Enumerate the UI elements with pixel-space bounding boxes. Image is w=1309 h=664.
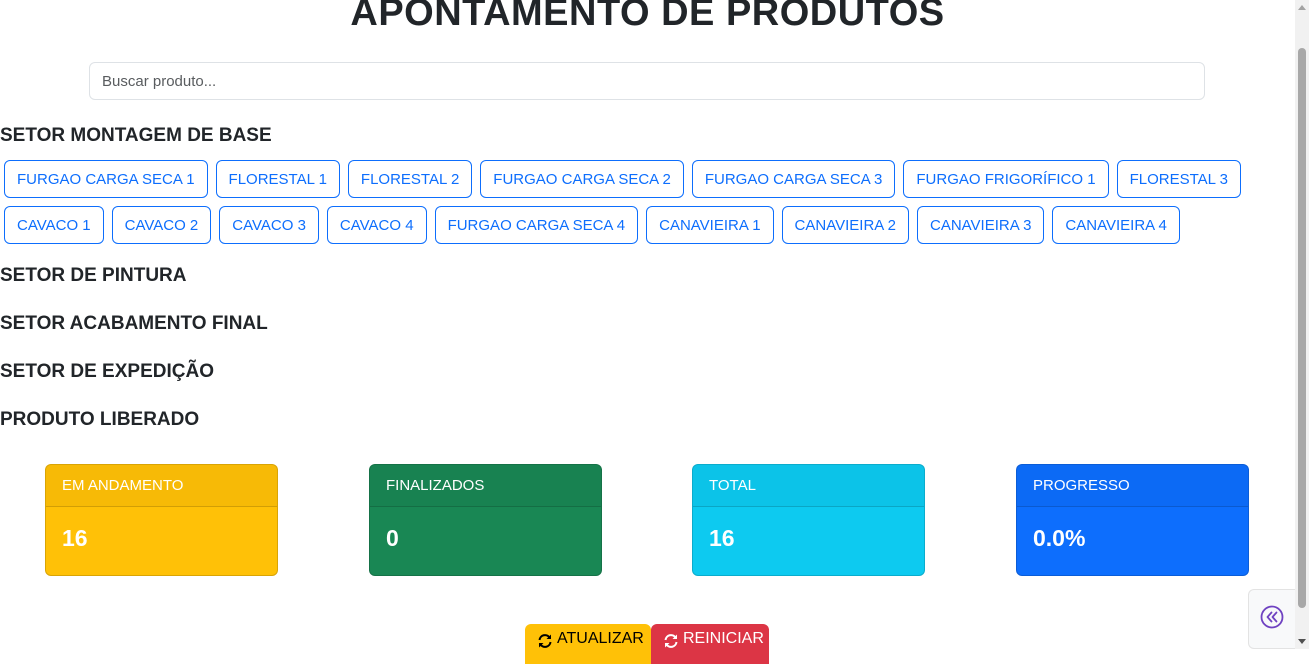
sector-title-expedicao: SETOR DE EXPEDIÇÃO xyxy=(0,361,214,382)
product-button[interactable]: FURGAO CARGA SECA 3 xyxy=(691,160,896,198)
product-button[interactable]: CAVACO 4 xyxy=(326,206,427,244)
product-button[interactable]: CANAVIEIRA 2 xyxy=(781,206,909,244)
product-button[interactable]: FLORESTAL 3 xyxy=(1116,160,1241,198)
update-button-label: ATUALIZAR xyxy=(557,630,644,647)
page: APONTAMENTO DE PRODUTOS SETOR MONTAGEM D… xyxy=(0,0,1295,664)
stat-card-label: FINALIZADOS xyxy=(370,465,601,507)
product-button[interactable]: CANAVIEIRA 3 xyxy=(916,206,1045,244)
product-button[interactable]: CAVACO 3 xyxy=(219,206,319,244)
reset-button[interactable]: REINICIAR xyxy=(651,624,769,664)
stat-card-value: 0.0% xyxy=(1033,525,1086,551)
stat-card-progresso: PROGRESSO 0.0% xyxy=(1016,464,1249,576)
product-button[interactable]: FURGAO FRIGORÍFICO 1 xyxy=(903,160,1109,198)
stat-card-label: TOTAL xyxy=(693,465,924,507)
stat-card-total: TOTAL 16 xyxy=(692,464,925,576)
double-chevron-left-icon xyxy=(1259,604,1285,635)
product-button[interactable]: FLORESTAL 2 xyxy=(347,160,473,198)
scroll-down-arrow-icon[interactable] xyxy=(1298,639,1306,644)
page-title: APONTAMENTO DE PRODUTOS xyxy=(350,0,945,34)
update-button[interactable]: ATUALIZAR xyxy=(525,624,651,664)
product-row: CAVACO 1 CAVACO 2 CAVACO 3 CAVACO 4 FURG… xyxy=(4,206,1180,244)
product-button[interactable]: FLORESTAL 1 xyxy=(215,160,340,198)
stat-card-label: EM ANDAMENTO xyxy=(46,465,277,507)
product-button[interactable]: CANAVIEIRA 1 xyxy=(646,206,774,244)
sector-title-acabamento-final: SETOR ACABAMENTO FINAL xyxy=(0,313,268,334)
side-panel-toggle[interactable] xyxy=(1248,589,1295,649)
stat-card-em-andamento: EM ANDAMENTO 16 xyxy=(45,464,278,576)
scroll-up-arrow-icon[interactable] xyxy=(1298,5,1306,10)
product-button[interactable]: FURGAO CARGA SECA 2 xyxy=(480,160,684,198)
product-button[interactable]: FURGAO CARGA SECA 4 xyxy=(434,206,639,244)
sector-title-montagem-base: SETOR MONTAGEM DE BASE xyxy=(0,125,272,146)
refresh-icon xyxy=(537,630,553,654)
product-row: FURGAO CARGA SECA 1 FLORESTAL 1 FLORESTA… xyxy=(4,160,1241,198)
scroll-thumb[interactable] xyxy=(1298,48,1306,608)
search-input[interactable] xyxy=(89,62,1205,100)
product-button[interactable]: CANAVIEIRA 4 xyxy=(1052,206,1180,244)
product-button[interactable]: CAVACO 1 xyxy=(4,206,104,244)
stat-card-value: 16 xyxy=(709,525,735,551)
sector-title-produto-liberado: PRODUTO LIBERADO xyxy=(0,409,200,430)
refresh-icon xyxy=(663,630,679,654)
stat-card-value: 16 xyxy=(62,525,88,551)
stat-card-finalizados: FINALIZADOS 0 xyxy=(369,464,602,576)
product-button[interactable]: CAVACO 2 xyxy=(111,206,212,244)
vertical-scrollbar[interactable] xyxy=(1295,0,1309,649)
stat-card-value: 0 xyxy=(386,525,399,551)
product-button[interactable]: FURGAO CARGA SECA 1 xyxy=(4,160,208,198)
reset-button-label: REINICIAR xyxy=(683,630,764,647)
sector-title-pintura: SETOR DE PINTURA xyxy=(0,265,187,286)
stat-card-label: PROGRESSO xyxy=(1017,465,1248,507)
